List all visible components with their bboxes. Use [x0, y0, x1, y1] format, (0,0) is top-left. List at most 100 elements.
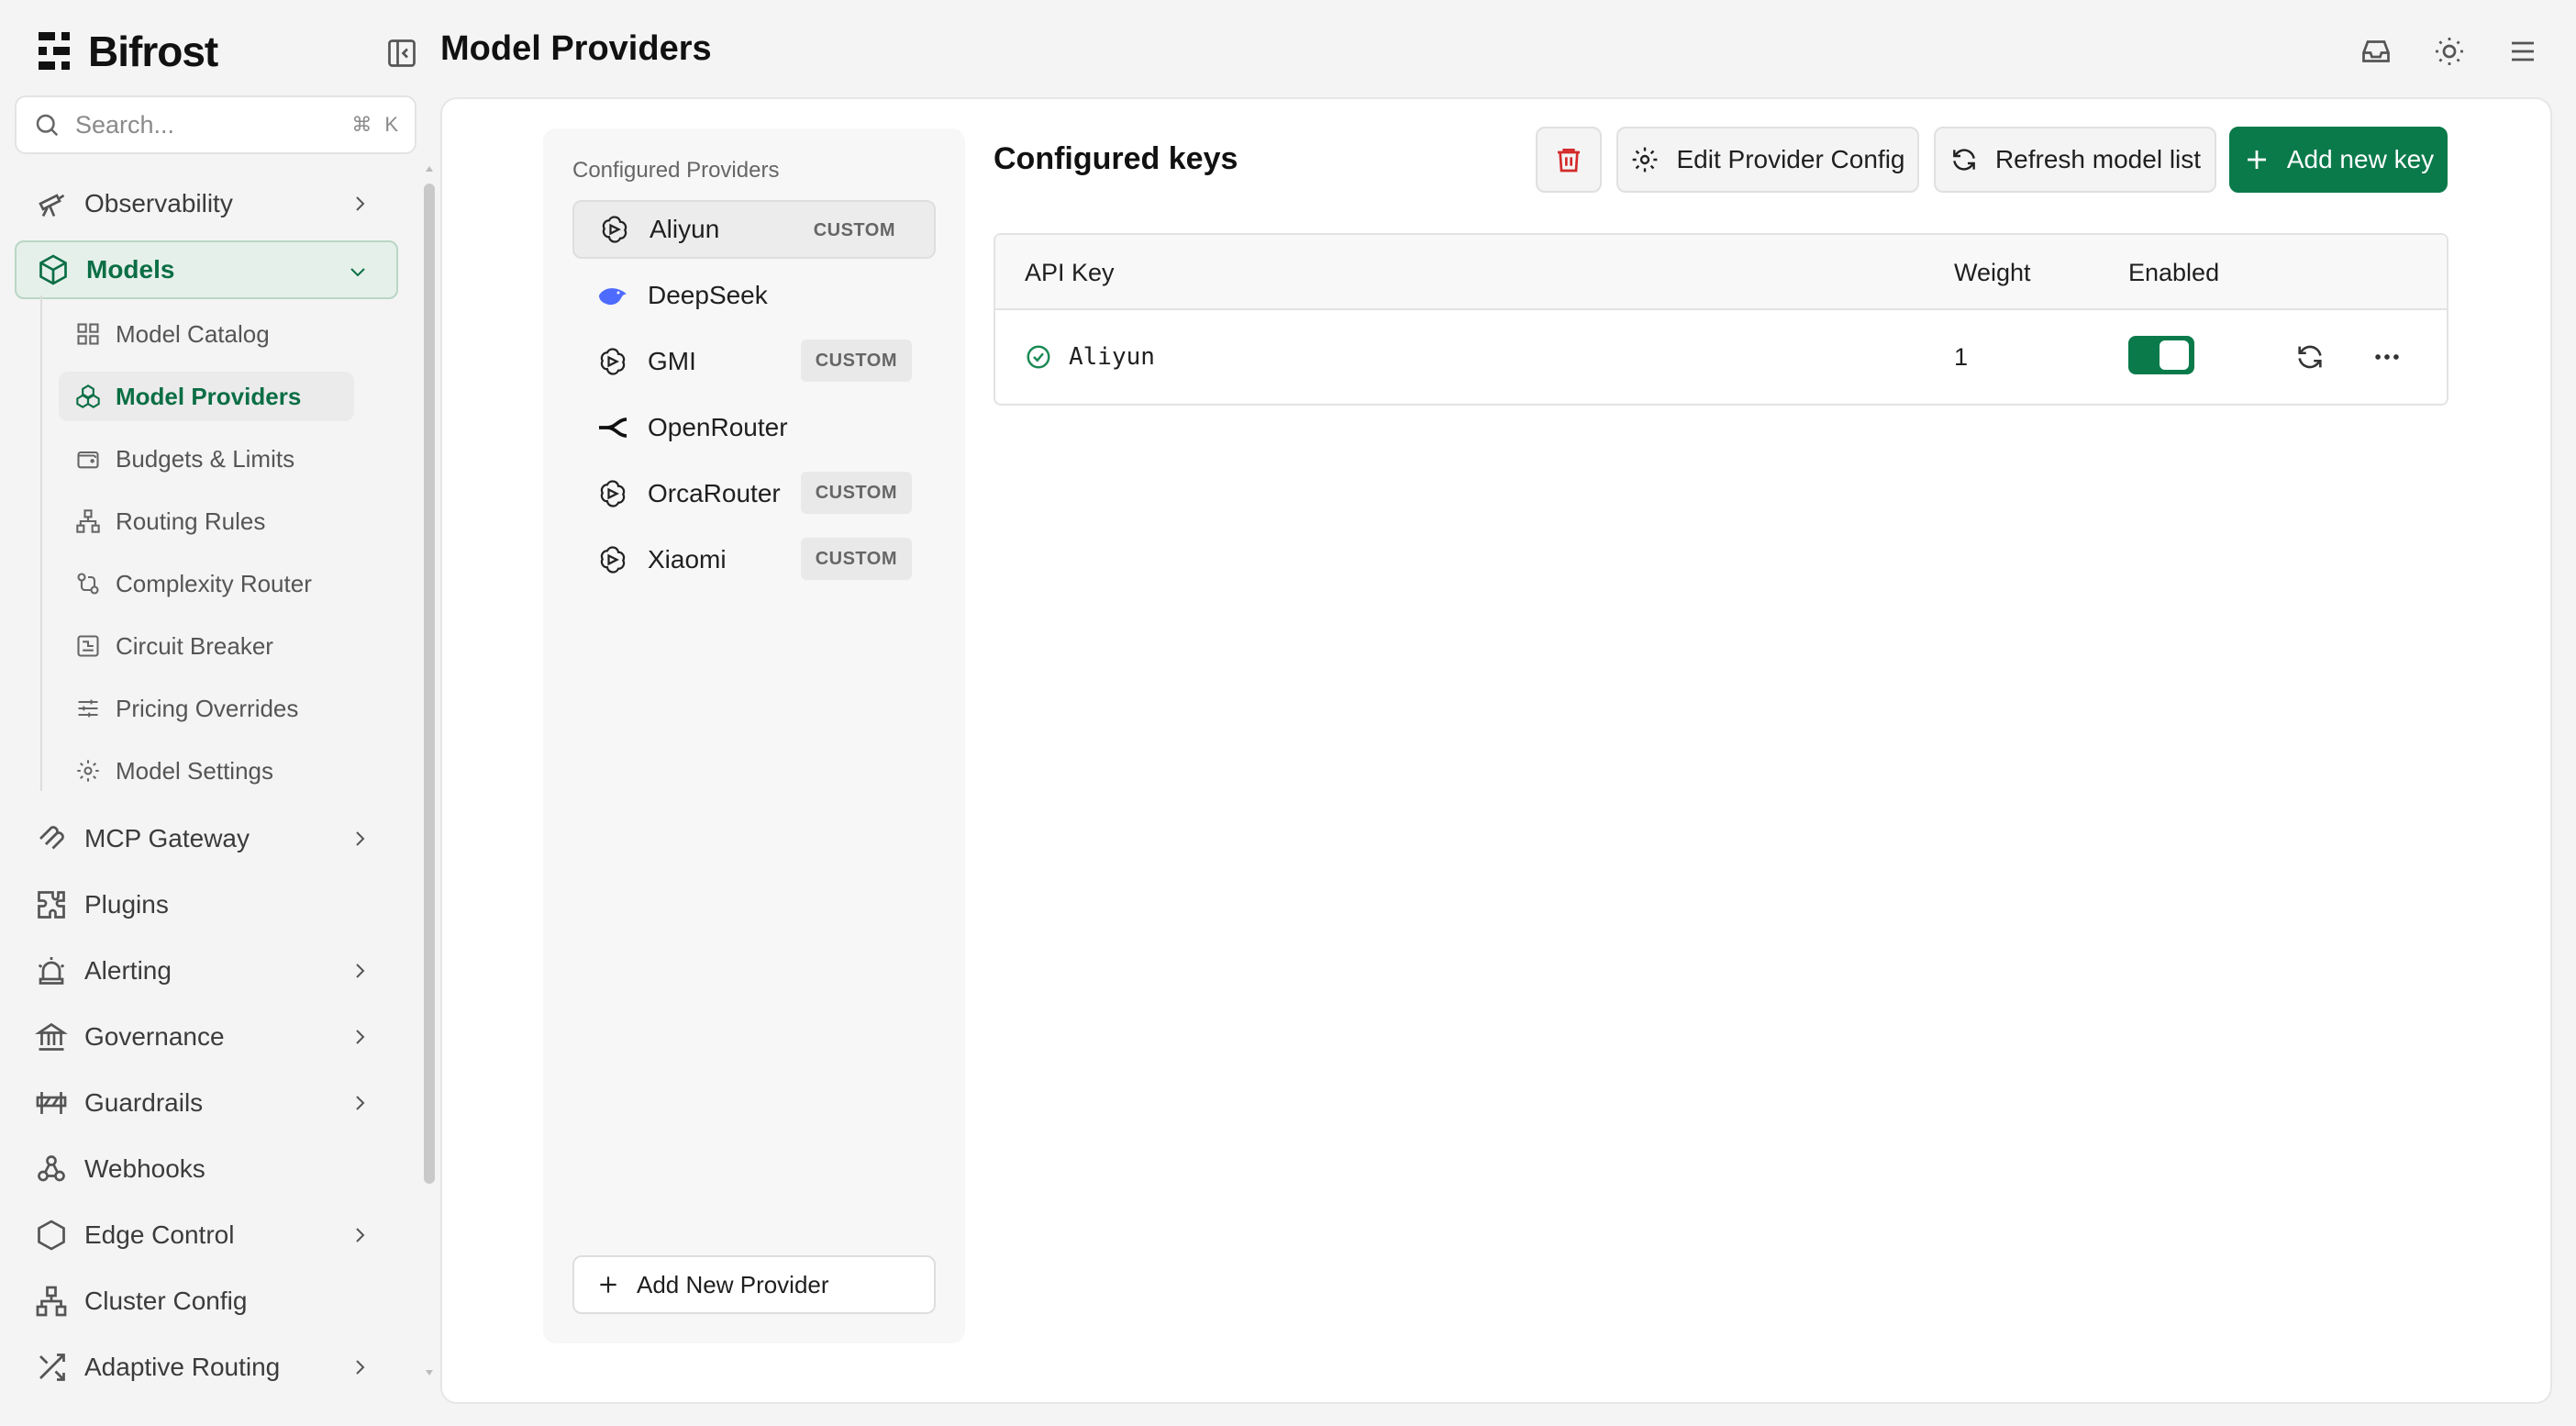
sidebar-collapse-button[interactable] [385, 37, 418, 70]
provider-item-deepseek[interactable]: DeepSeek [572, 266, 936, 325]
provider-name: OpenRouter [648, 413, 788, 441]
edit-provider-config-button[interactable]: Edit Provider Config [1616, 127, 1919, 193]
trash-icon [1558, 149, 1580, 173]
plus-icon [2247, 150, 2266, 169]
sidebar-item-label: Governance [84, 1022, 225, 1051]
barrier-icon [36, 1092, 67, 1114]
sidebar-item-label: Models [86, 255, 175, 284]
custom-badge: CUSTOM [800, 340, 912, 382]
sidebar-item-edge-control[interactable]: Edge Control [15, 1206, 398, 1264]
refresh-icon[interactable] [2294, 341, 2326, 373]
theme-toggle-button[interactable] [2433, 35, 2466, 68]
sidebar-subitem-pricing-overrides[interactable]: Pricing Overrides [59, 684, 354, 733]
sidebar-subitem-circuit-breaker[interactable]: Circuit Breaker [59, 621, 354, 671]
search-placeholder: Search... [75, 110, 175, 139]
wallet-icon [77, 451, 99, 469]
sidebar-subitem-label: Model Catalog [116, 319, 270, 348]
sidebar-subitem-model-providers[interactable]: Model Providers [59, 372, 354, 421]
sidebar-subitem-model-settings[interactable]: Model Settings [59, 746, 354, 796]
key-name: Aliyun [1069, 343, 1155, 371]
search-icon [36, 114, 59, 137]
sidebar-item-label: Guardrails [84, 1088, 204, 1117]
keys-table-header: API Key Weight Enabled [995, 235, 2447, 310]
sliders-icon [78, 699, 98, 718]
boxes-icon [76, 384, 100, 408]
provider-item-gmi[interactable]: GMI CUSTOM [572, 332, 936, 391]
custom-badge: CUSTOM [813, 219, 895, 240]
puzzle-icon [38, 891, 65, 919]
scroll-down-icon [426, 1370, 433, 1376]
sidebar-item-label: Adaptive Routing [84, 1353, 281, 1381]
provider-item-openrouter[interactable]: OpenRouter [572, 398, 936, 457]
add-key-label: Add new key [2286, 145, 2435, 173]
cube-icon [39, 254, 67, 285]
chevron-right-icon [356, 196, 365, 211]
sidebar-item-cluster-config[interactable]: Cluster Config [15, 1272, 398, 1331]
openai-icon [600, 480, 626, 507]
sidebar-subitem-model-catalog[interactable]: Model Catalog [59, 309, 354, 359]
sidebar-item-mcp-gateway[interactable]: MCP Gateway [15, 809, 398, 868]
landmark-icon [35, 1022, 68, 1051]
mcp-icon [39, 826, 64, 850]
sidebar-item-models[interactable]: Models [15, 240, 398, 299]
chevron-right-icon [356, 1030, 365, 1044]
provider-item-xiaomi[interactable]: Xiaomi CUSTOM [572, 530, 936, 589]
hamburger-menu-icon [2512, 41, 2534, 61]
sidebar-subitem-label: Complexity Router [116, 569, 312, 597]
check-circle-icon [1027, 345, 1050, 369]
edit-config-label: Edit Provider Config [1676, 145, 1905, 173]
sidebar-item-guardrails[interactable]: Guardrails [15, 1074, 398, 1132]
key-enabled-toggle[interactable] [2128, 336, 2194, 374]
sidebar-item-governance[interactable]: Governance [15, 1008, 398, 1066]
chevron-right-icon [356, 1228, 365, 1242]
column-header-enabled: Enabled [2128, 259, 2220, 286]
configured-keys-title: Configured keys [994, 141, 1238, 176]
sidebar-item-observability[interactable]: Observability [15, 174, 398, 233]
shortcut-mod: ⌘ [351, 113, 372, 136]
sidebar-subitem-label: Model Settings [116, 756, 273, 785]
grid-icon [77, 323, 99, 345]
sidebar-subitem-routing-rules[interactable]: Routing Rules [59, 496, 354, 546]
sidebar-subitem-budgets-limits[interactable]: Budgets & Limits [59, 434, 354, 484]
add-new-provider-button[interactable]: Add New Provider [572, 1255, 936, 1314]
webhook-icon [38, 1155, 65, 1182]
search-bar[interactable]: Search... ⌘ K [15, 95, 416, 154]
sidebar-scroll-down[interactable] [424, 1367, 435, 1378]
key-weight: 1 [1954, 343, 1969, 371]
sidebar-item-webhooks[interactable]: Webhooks [15, 1140, 398, 1198]
column-header-api-key: API Key [1025, 259, 1115, 286]
provider-item-orcarouter[interactable]: OrcaRouter CUSTOM [572, 464, 936, 523]
sidebar-subitem-label: Budgets & Limits [116, 444, 295, 473]
telescope-icon [39, 194, 65, 217]
sidebar-item-alerting[interactable]: Alerting [15, 941, 398, 1000]
search-shortcut: ⌘ K [351, 113, 398, 137]
sidebar-item-plugins[interactable]: Plugins [15, 875, 398, 934]
openai-icon [602, 216, 627, 243]
sidebar-subitem-label: Routing Rules [116, 507, 266, 535]
sidebar-item-adaptive-routing[interactable]: Adaptive Routing [15, 1338, 398, 1397]
inbox-icon [2362, 40, 2390, 62]
sidebar-item-label: Cluster Config [84, 1287, 248, 1315]
delete-provider-button[interactable] [1536, 127, 1602, 193]
sidebar-subitem-complexity-router[interactable]: Complexity Router [59, 559, 354, 608]
refresh-model-list-button[interactable]: Refresh model list [1934, 127, 2216, 193]
sun-icon [2436, 38, 2463, 65]
sidebar-scroll-up[interactable] [424, 163, 435, 174]
sidebar-item-label: Observability [84, 189, 233, 217]
menu-button[interactable] [2506, 35, 2539, 68]
sidebar-scrollbar[interactable] [424, 184, 435, 1184]
custom-badge: CUSTOM [800, 472, 912, 514]
sidebar-subitem-label: Circuit Breaker [116, 631, 273, 660]
provider-item-aliyun[interactable]: Aliyun CUSTOM [572, 200, 936, 259]
cluster-icon [36, 1286, 67, 1317]
add-new-key-button[interactable]: Add new key [2229, 127, 2448, 193]
inbox-button[interactable] [2359, 35, 2393, 68]
providers-title: Configured Providers [572, 158, 780, 183]
sidebar-item-label: Webhooks [84, 1154, 205, 1183]
more-horizontal-icon[interactable] [2371, 341, 2403, 373]
sidebar-item-label: Alerting [84, 956, 172, 985]
shuffle-icon [39, 1354, 65, 1381]
app-logo[interactable]: Bifrost [37, 26, 218, 77]
add-provider-label: Add New Provider [637, 1270, 829, 1298]
refresh-icon [1953, 149, 1975, 171]
